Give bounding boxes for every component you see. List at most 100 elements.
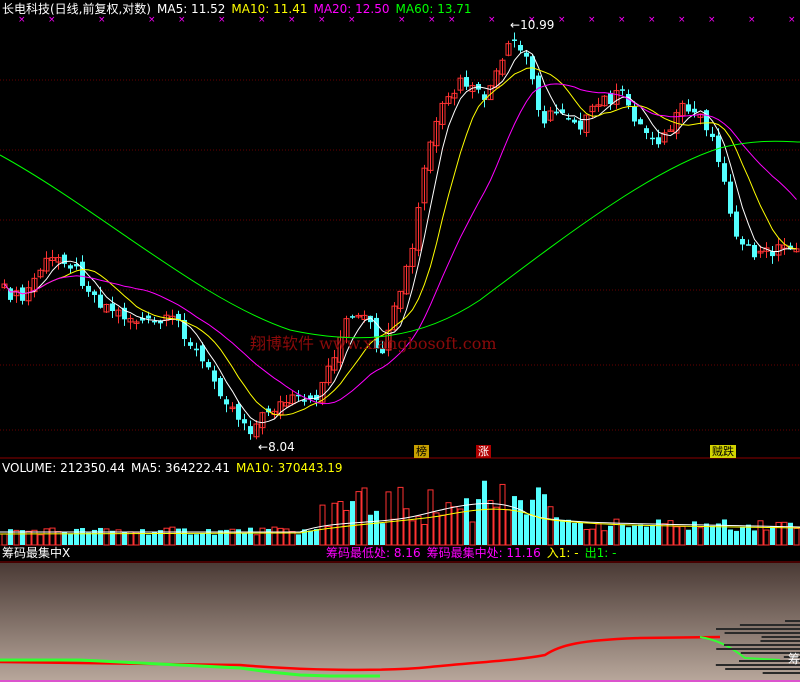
volume-bar [788,522,793,545]
candle-body [710,133,715,137]
volume-label: VOLUME: 212350.44 [2,461,125,475]
x-marker: × [558,15,566,25]
candle-body [656,137,661,145]
volume-bar [757,520,764,546]
volume-bar [710,525,715,545]
low-label: ←8.04 [258,440,295,454]
volume-bar [289,531,296,546]
volume-bar [343,509,350,546]
candle-body [212,370,217,382]
x-marker: × [258,15,266,25]
volume-bar [218,530,223,545]
ma60-label: MA60: 13.71 [395,2,472,16]
volume-bar [1,533,8,546]
volume-bar [403,508,410,546]
candle-body [752,244,757,258]
candle-body [686,104,691,112]
volume-bar [763,529,770,546]
volume-bar [661,523,668,546]
x-marker: × [348,15,356,25]
candle-body [512,39,517,41]
candle-body [728,181,733,214]
volume-bar [728,529,733,545]
volume-bar [608,525,613,545]
volume-bar [133,531,140,546]
candle-body [98,294,103,308]
volume-layer [0,480,800,546]
volume-bar [770,526,775,545]
volume-bar [397,486,404,546]
volume-bar [421,523,428,546]
volume-bar [110,530,115,545]
volume-bar [319,504,326,546]
volume-bar [296,534,301,545]
candle-body [248,426,253,435]
candle-body [572,119,577,123]
volume-bar [43,528,50,546]
candle-body [734,211,739,237]
volume-bar [182,528,187,545]
x-marker: × [18,15,26,25]
volume-bar [620,524,625,545]
chip-in: 入1: - [546,546,579,560]
chip-profile-bar [724,632,800,634]
chip-values: 筹码最低处: 8.16 筹码最集中处: 11.16 入1: - 出1: - [326,546,622,560]
volume-bar [169,526,176,546]
candles-layer [1,32,800,440]
chip-lowest: 筹码最低处: 8.16 [326,546,421,560]
volume-bar [271,526,278,546]
candle-body [740,239,745,245]
volume-bar [248,527,253,545]
volume-bar [679,525,686,546]
chip-indicator-name: 筹码最集中X [2,546,71,560]
candle-body [236,404,241,420]
volume-bar [49,527,56,546]
candle-body [746,244,751,246]
candle-body [578,120,583,130]
volume-bar [451,506,458,546]
badge-die: 贼跌 [710,445,736,458]
volume-bar [368,514,373,545]
volume-bar [547,506,554,546]
volume-bar [583,528,590,546]
volume-bar [361,487,368,546]
candle-body [650,137,655,140]
ma20-label: MA20: 12.50 [313,2,390,16]
candle-body [302,400,307,402]
candle-body [68,265,73,269]
volume-bar [188,534,193,545]
volume-bar [259,527,266,546]
chip-out: 出1: - [584,546,617,560]
x-marker: × [788,15,796,25]
candle-body [632,106,637,122]
ma10-line [4,67,797,416]
volume-bar [374,510,379,545]
volume-bar [734,530,739,545]
volume-bar [469,521,476,546]
candle-body [722,163,727,182]
volume-bar [589,528,596,546]
badge-zhang: 涨 [476,445,491,458]
volume-bar [512,496,517,545]
x-marker: × [98,15,106,25]
volume-bar [25,530,32,546]
high-value: 10.99 [520,18,555,32]
volume-bar [572,522,577,545]
candle-body [464,77,469,87]
candle-body [110,303,115,312]
x-marker: × [398,15,406,25]
volume-bar [595,523,602,546]
volume-bar [337,500,344,546]
ma5-line [4,49,797,424]
vol-ma5-label: MA5: 364222.41 [131,461,230,475]
candle-body [218,378,223,397]
volume-bar [212,534,217,545]
volume-bar [781,521,788,546]
x-marker: × [428,15,436,25]
volume-bar [277,527,284,546]
volume-bar [242,533,247,545]
x-marker: × [218,15,226,25]
volume-bar [163,527,170,546]
volume-bar [206,529,211,545]
volume-bar [530,499,535,545]
